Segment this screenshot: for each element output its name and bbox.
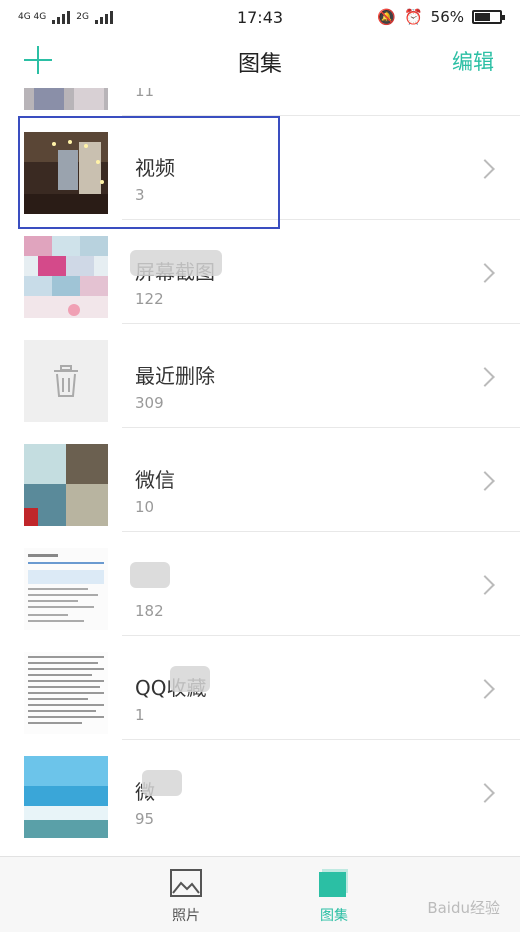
album-thumbnail-doc <box>24 548 108 630</box>
album-name: 最近删除 <box>135 364 215 388</box>
album-count: 10 <box>135 498 155 516</box>
album-thumbnail-screenshots <box>24 236 108 318</box>
privacy-blur <box>142 770 182 796</box>
album-row-screenshots[interactable]: 屏幕截图 122 <box>0 220 520 324</box>
album-count: 3 <box>135 186 145 204</box>
album-row-video[interactable]: 视频 3 <box>0 116 520 220</box>
privacy-blur <box>130 562 170 588</box>
tab-albums[interactable]: 图集 <box>294 869 374 925</box>
album-count: 95 <box>135 810 155 828</box>
album-count: 309 <box>135 394 164 412</box>
album-thumbnail <box>24 88 108 110</box>
privacy-blur <box>170 666 210 692</box>
chevron-right-icon <box>475 367 495 387</box>
battery-icon <box>472 10 505 24</box>
album-name: 微信 <box>135 468 175 492</box>
album-list[interactable]: 11 视频 3 122 最近删除 309 微信 10 182 1 95 <box>0 88 520 856</box>
gallery-screen: 4G 4G 2G 17:43 🔕 ⏰ 56% 图集 编辑 11 视频 3 122… <box>0 0 520 932</box>
status-bar: 4G 4G 2G 17:43 🔕 ⏰ 56% <box>0 0 520 34</box>
watermark: Baidu经验 <box>427 899 500 917</box>
edit-button[interactable]: 编辑 <box>452 46 494 76</box>
chevron-right-icon <box>475 679 495 699</box>
album-icon <box>319 869 348 897</box>
clock: 17:43 <box>236 7 284 27</box>
chevron-right-icon <box>475 471 495 491</box>
page-title: 图集 <box>237 52 282 77</box>
album-thumbnail-video <box>24 132 108 214</box>
image-icon <box>170 869 202 897</box>
chevron-right-icon <box>475 575 495 595</box>
album-count: 1 <box>135 706 145 724</box>
album-row-last[interactable]: 微 95 <box>0 740 520 844</box>
album-thumbnail-sky <box>24 756 108 838</box>
trash-icon <box>54 365 78 397</box>
tab-label: 图集 <box>320 908 348 924</box>
album-count: 122 <box>135 290 164 308</box>
album-row-qq-favorites[interactable]: QQ收藏 1 <box>0 636 520 740</box>
album-row-hidden-name[interactable]: 182 <box>0 532 520 636</box>
album-thumbnail-text <box>24 652 108 734</box>
album-name: 视频 <box>135 156 175 180</box>
album-count: 182 <box>135 602 164 620</box>
privacy-blur <box>130 250 222 276</box>
chevron-right-icon <box>475 783 495 803</box>
album-row-recently-deleted[interactable]: 最近删除 309 <box>0 324 520 428</box>
album-thumbnail-trash <box>24 340 108 422</box>
album-thumbnail-wechat <box>24 444 108 526</box>
tab-photos[interactable]: 照片 <box>146 869 226 925</box>
bottom-tab-bar: 照片 图集 Baidu经验 <box>0 856 520 932</box>
album-count: 11 <box>135 88 155 100</box>
album-row-partial[interactable]: 11 <box>0 88 520 116</box>
chevron-right-icon <box>475 263 495 283</box>
chevron-right-icon <box>475 159 495 179</box>
tab-label: 照片 <box>172 908 200 924</box>
app-header: 图集 编辑 <box>0 34 520 88</box>
album-row-wechat[interactable]: 微信 10 <box>0 428 520 532</box>
